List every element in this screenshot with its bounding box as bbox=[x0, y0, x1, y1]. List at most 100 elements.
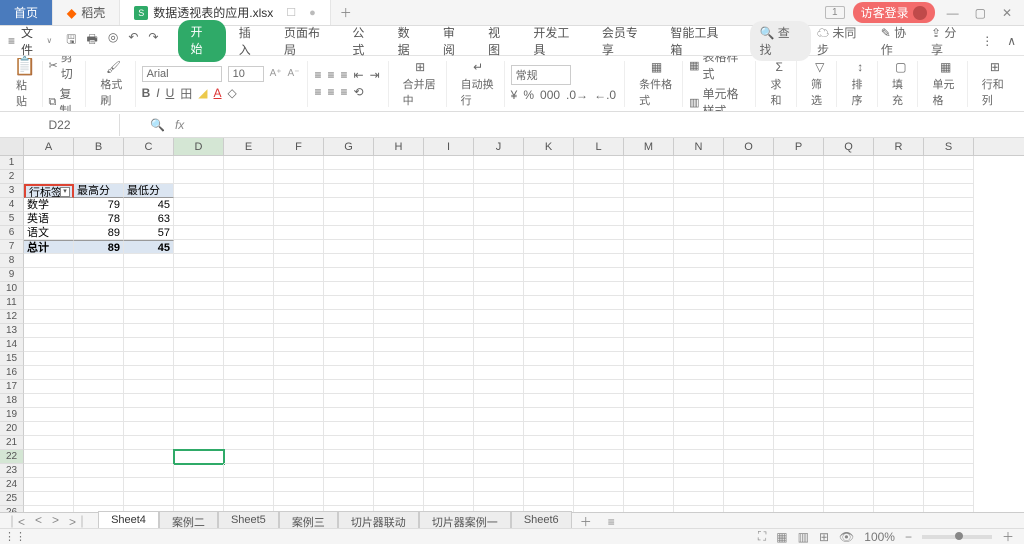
file-menu[interactable]: 文件 ∨ bbox=[21, 24, 52, 58]
cell-B19[interactable] bbox=[74, 408, 124, 422]
cell-K22[interactable] bbox=[524, 450, 574, 464]
row-header[interactable]: 20 bbox=[0, 422, 24, 436]
cell-G20[interactable] bbox=[324, 422, 374, 436]
tab-docer[interactable]: ◆稻壳 bbox=[53, 0, 120, 25]
cell-O9[interactable] bbox=[724, 268, 774, 282]
cell-K13[interactable] bbox=[524, 324, 574, 338]
cell-I18[interactable] bbox=[424, 394, 474, 408]
unsync-button[interactable]: ☁ 未同步 bbox=[817, 24, 867, 58]
cell-J25[interactable] bbox=[474, 492, 524, 506]
cell-P19[interactable] bbox=[774, 408, 824, 422]
cell-K6[interactable] bbox=[524, 226, 574, 240]
cell-G24[interactable] bbox=[324, 478, 374, 492]
menu-tab-1[interactable]: 插入 bbox=[230, 20, 271, 62]
cell-C5[interactable]: 63 bbox=[124, 212, 174, 226]
cell-S17[interactable] bbox=[924, 380, 974, 394]
cell-F6[interactable] bbox=[274, 226, 324, 240]
col-header-N[interactable]: N bbox=[674, 138, 724, 155]
fill-color-button[interactable]: ◢ bbox=[198, 86, 207, 100]
cell-N8[interactable] bbox=[674, 254, 724, 268]
cell-A19[interactable] bbox=[24, 408, 74, 422]
cell-F12[interactable] bbox=[274, 310, 324, 324]
cell-L5[interactable] bbox=[574, 212, 624, 226]
eye-icon[interactable]: 👁 bbox=[839, 530, 854, 544]
cell-E16[interactable] bbox=[224, 366, 274, 380]
cell-E5[interactable] bbox=[224, 212, 274, 226]
cell-B21[interactable] bbox=[74, 436, 124, 450]
cell-M14[interactable] bbox=[624, 338, 674, 352]
cell-P20[interactable] bbox=[774, 422, 824, 436]
cell-Q6[interactable] bbox=[824, 226, 874, 240]
cell-A2[interactable] bbox=[24, 170, 74, 184]
cell-C13[interactable] bbox=[124, 324, 174, 338]
cell-I14[interactable] bbox=[424, 338, 474, 352]
collapse-ribbon-icon[interactable]: ∧ bbox=[1007, 34, 1016, 48]
indent-increase-icon[interactable]: ⇥ bbox=[370, 68, 380, 82]
cell-S6[interactable] bbox=[924, 226, 974, 240]
cell-B20[interactable] bbox=[74, 422, 124, 436]
cell-J1[interactable] bbox=[474, 156, 524, 170]
cell-L15[interactable] bbox=[574, 352, 624, 366]
cell-D25[interactable] bbox=[174, 492, 224, 506]
cell-D3[interactable] bbox=[174, 184, 224, 198]
cell-F13[interactable] bbox=[274, 324, 324, 338]
cell-Q10[interactable] bbox=[824, 282, 874, 296]
cell-L6[interactable] bbox=[574, 226, 624, 240]
col-header-M[interactable]: M bbox=[624, 138, 674, 155]
cell-H6[interactable] bbox=[374, 226, 424, 240]
cell-G18[interactable] bbox=[324, 394, 374, 408]
cell-D20[interactable] bbox=[174, 422, 224, 436]
cell-J14[interactable] bbox=[474, 338, 524, 352]
cell-S25[interactable] bbox=[924, 492, 974, 506]
cell-P13[interactable] bbox=[774, 324, 824, 338]
cell-R16[interactable] bbox=[874, 366, 924, 380]
cell-C12[interactable] bbox=[124, 310, 174, 324]
row-header[interactable]: 25 bbox=[0, 492, 24, 506]
cell-M22[interactable] bbox=[624, 450, 674, 464]
undo-icon[interactable]: ↶ bbox=[128, 30, 138, 51]
border-button[interactable]: 田 bbox=[180, 85, 192, 102]
cell-O14[interactable] bbox=[724, 338, 774, 352]
cell-K16[interactable] bbox=[524, 366, 574, 380]
menu-tab-0[interactable]: 开始 bbox=[178, 20, 225, 62]
cell-S21[interactable] bbox=[924, 436, 974, 450]
cell-Q24[interactable] bbox=[824, 478, 874, 492]
cell-I3[interactable] bbox=[424, 184, 474, 198]
cell-M7[interactable] bbox=[624, 240, 674, 254]
cell-I1[interactable] bbox=[424, 156, 474, 170]
cell-A16[interactable] bbox=[24, 366, 74, 380]
row-header[interactable]: 7 bbox=[0, 240, 24, 254]
cell-J22[interactable] bbox=[474, 450, 524, 464]
menu-tab-6[interactable]: 视图 bbox=[479, 20, 520, 62]
cell-H25[interactable] bbox=[374, 492, 424, 506]
cell-L12[interactable] bbox=[574, 310, 624, 324]
cell-M3[interactable] bbox=[624, 184, 674, 198]
cell-L20[interactable] bbox=[574, 422, 624, 436]
cell-G2[interactable] bbox=[324, 170, 374, 184]
align-left-icon[interactable]: ≡ bbox=[314, 85, 321, 99]
rowcol-button[interactable]: ⊞行和列 bbox=[974, 61, 1016, 107]
cell-A23[interactable] bbox=[24, 464, 74, 478]
cell-F23[interactable] bbox=[274, 464, 324, 478]
cell-E18[interactable] bbox=[224, 394, 274, 408]
col-header-P[interactable]: P bbox=[774, 138, 824, 155]
cell-C8[interactable] bbox=[124, 254, 174, 268]
cell-E11[interactable] bbox=[224, 296, 274, 310]
cell-H2[interactable] bbox=[374, 170, 424, 184]
cell-G16[interactable] bbox=[324, 366, 374, 380]
row-header[interactable]: 13 bbox=[0, 324, 24, 338]
cell-M5[interactable] bbox=[624, 212, 674, 226]
cell-P10[interactable] bbox=[774, 282, 824, 296]
cell-E24[interactable] bbox=[224, 478, 274, 492]
cell-R23[interactable] bbox=[874, 464, 924, 478]
cell-C10[interactable] bbox=[124, 282, 174, 296]
name-box[interactable]: D22 bbox=[0, 114, 120, 136]
cell-I11[interactable] bbox=[424, 296, 474, 310]
cell-E3[interactable] bbox=[224, 184, 274, 198]
cell-M24[interactable] bbox=[624, 478, 674, 492]
col-header-G[interactable]: G bbox=[324, 138, 374, 155]
cell-I17[interactable] bbox=[424, 380, 474, 394]
cell-I12[interactable] bbox=[424, 310, 474, 324]
select-all-corner[interactable] bbox=[0, 138, 24, 155]
cell-R9[interactable] bbox=[874, 268, 924, 282]
